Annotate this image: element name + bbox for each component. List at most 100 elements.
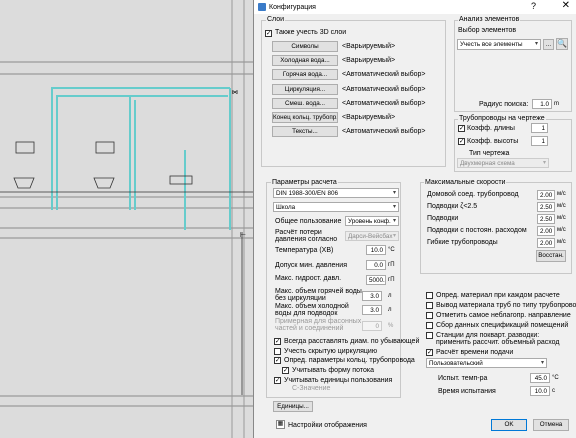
velocity-unit: м/с (557, 215, 566, 221)
pressure-loss-value: Дарси-Вейсбах (348, 233, 393, 240)
layer-value: <Варьируемый> (342, 114, 396, 121)
test-temp-input[interactable]: 45.0 (530, 373, 550, 383)
ok-button[interactable]: OK (491, 419, 527, 431)
layer-button[interactable]: Тексты... (272, 126, 338, 138)
c-value-label: C-Значение (292, 385, 331, 392)
temperature-input[interactable]: 10.0 (366, 245, 386, 255)
layer-button[interactable]: Конец кольц. трубопр... (272, 112, 338, 123)
norm-dropdown[interactable]: DIN 1988-300/EN 806 ▾ (273, 188, 399, 198)
test-temp-unit: °C (552, 375, 559, 381)
min-pressure-unit: гП (388, 262, 395, 268)
restore-button[interactable]: Восстан. (536, 250, 566, 262)
cancel-button[interactable]: Отмена (533, 419, 569, 431)
element-picker-button[interactable]: ... (543, 39, 554, 50)
velocity-label: Гибкие трубопроводы (427, 239, 498, 246)
velocity-input[interactable]: 2.50 (537, 202, 555, 212)
pressure-loss-dropdown: Дарси-Вейсбах ▾ (345, 231, 399, 241)
calc-option-checkbox[interactable] (274, 357, 281, 364)
length-coef-label: Коэфф. длины (467, 125, 515, 132)
max-pressure-label: Макс. гидрост. давл. (275, 275, 342, 282)
calc-option-label: Учесть скрытую циркуляцию (284, 348, 378, 355)
velocity-label: Домовой соед. трубопровод (427, 191, 519, 198)
chevron-down-icon: ▾ (392, 204, 396, 210)
chevron-down-icon: ▾ (534, 41, 538, 47)
max-pressure-input[interactable]: 5000.0 (366, 275, 386, 285)
layer-button[interactable]: Смеш. вода... (272, 97, 338, 109)
approx-label: Примерная для фасонных частей и соединен… (275, 318, 362, 332)
layer-value: <Автоматический выбор> (342, 99, 426, 107)
cold-volume-label: Макс. объем холодной воды для подводок (275, 303, 349, 317)
usage-label: Общее пользование (275, 218, 342, 225)
min-pressure-input[interactable]: 0.0 (366, 260, 386, 270)
hot-volume-label: Макс. объем горячей воды без циркуляции (275, 288, 362, 302)
calc-option-checkbox[interactable] (274, 377, 281, 384)
usage-dropdown[interactable]: Уровень конф. ▾ (345, 216, 399, 226)
chevron-down-icon: ▾ (392, 218, 396, 224)
also-3d-checkbox[interactable] (265, 30, 272, 37)
svg-text:⊢: ⊢ (240, 231, 246, 239)
calc-params-title: Параметры расчета (271, 179, 338, 186)
temperature-label: Температура (ХВ) (275, 247, 334, 254)
min-pressure-label: Допуск мин. давления (275, 262, 347, 269)
calc-option-checkbox[interactable] (274, 348, 281, 355)
velocity-unit: м/с (557, 227, 566, 233)
velocity-input[interactable]: 2.00 (537, 190, 555, 200)
search-button[interactable]: 🔍 (556, 38, 568, 50)
layer-button[interactable]: Символы (272, 41, 338, 52)
building-type-dropdown[interactable]: Школа ▾ (273, 202, 399, 212)
configuration-dialog: Конфигурация ? ✕ Слои Также учесть 3D сл… (253, 0, 576, 438)
length-coef-input[interactable]: 1 (531, 123, 548, 133)
option-label: Опред. материал при каждом расчете (436, 292, 560, 299)
also-3d-label: Также учесть 3D слои (275, 29, 347, 36)
drawing-type-dropdown: Двухмерная схема ▾ (457, 158, 549, 168)
layer-value: <Автоматический выбор> (342, 128, 426, 136)
drawing-type-value: Двухмерная схема (460, 160, 515, 167)
hot-volume-input[interactable]: 3.0 (362, 291, 382, 301)
option-label: Станции для покварт. разводки: применить… (436, 332, 560, 346)
layer-button[interactable]: Холодная вода... (272, 55, 338, 67)
option-label: Расчёт времени подачи (436, 349, 514, 356)
option-checkbox[interactable] (426, 332, 433, 339)
pipes-drawing-title: Трубопроводы на чертеже (458, 115, 546, 122)
layer-value: <Варьируемый> (342, 57, 396, 65)
cold-volume-input[interactable]: 3.0 (362, 305, 382, 315)
calc-option-checkbox[interactable] (274, 338, 281, 345)
height-coef-checkbox[interactable] (458, 138, 465, 145)
velocity-input[interactable]: 2.00 (537, 226, 555, 236)
search-radius-label: Радиус поиска: (479, 101, 529, 108)
usage-value: Уровень конф. (348, 218, 391, 225)
analysis-group-title: Анализ элементов (458, 16, 521, 23)
title-bar: Конфигурация ? ✕ (254, 0, 576, 14)
velocity-label: Подводки с постоян. расходом (427, 227, 527, 234)
display-settings-icon[interactable]: ▦ (276, 420, 285, 429)
option-checkbox[interactable] (426, 292, 433, 299)
test-time-unit: с (552, 388, 555, 394)
length-coef-checkbox[interactable] (458, 125, 465, 132)
calc-option-label: Всегда расставлять диам. по убывающей (284, 338, 420, 345)
building-type-value: Школа (276, 204, 296, 211)
height-coef-input[interactable]: 1 (531, 136, 548, 146)
display-settings-label[interactable]: Настройки отображения (288, 422, 367, 429)
layer-button[interactable]: Циркуляция... (272, 83, 338, 95)
approx-unit: % (388, 323, 394, 329)
test-temp-label: Испыт. темп-ра (438, 375, 488, 382)
chevron-down-icon: ▾ (392, 190, 396, 196)
norm-value: DIN 1988-300/EN 806 (276, 190, 338, 197)
option-checkbox[interactable] (426, 312, 433, 319)
option-checkbox[interactable] (426, 349, 433, 356)
option-checkbox[interactable] (426, 322, 433, 329)
layer-button[interactable]: Горячая вода... (272, 69, 338, 81)
layers-group-title: Слои (266, 16, 286, 23)
option-label: Вывод материала труб по типу трубопровод… (436, 302, 576, 309)
close-button[interactable]: ✕ (562, 0, 570, 11)
help-button[interactable]: ? (531, 1, 536, 11)
mode-dropdown[interactable]: Пользовательский ▾ (426, 358, 547, 368)
velocity-input[interactable]: 2.00 (537, 238, 555, 248)
units-button[interactable]: Единицы... (273, 401, 313, 412)
calc-option-checkbox[interactable] (282, 367, 289, 374)
test-time-input[interactable]: 10.0 (530, 386, 550, 396)
option-checkbox[interactable] (426, 302, 433, 309)
search-radius-input[interactable]: 1.0 (532, 99, 552, 109)
select-elements-dropdown[interactable]: Учесть все элементы ▾ (457, 39, 541, 50)
velocity-input[interactable]: 2.50 (537, 214, 555, 224)
